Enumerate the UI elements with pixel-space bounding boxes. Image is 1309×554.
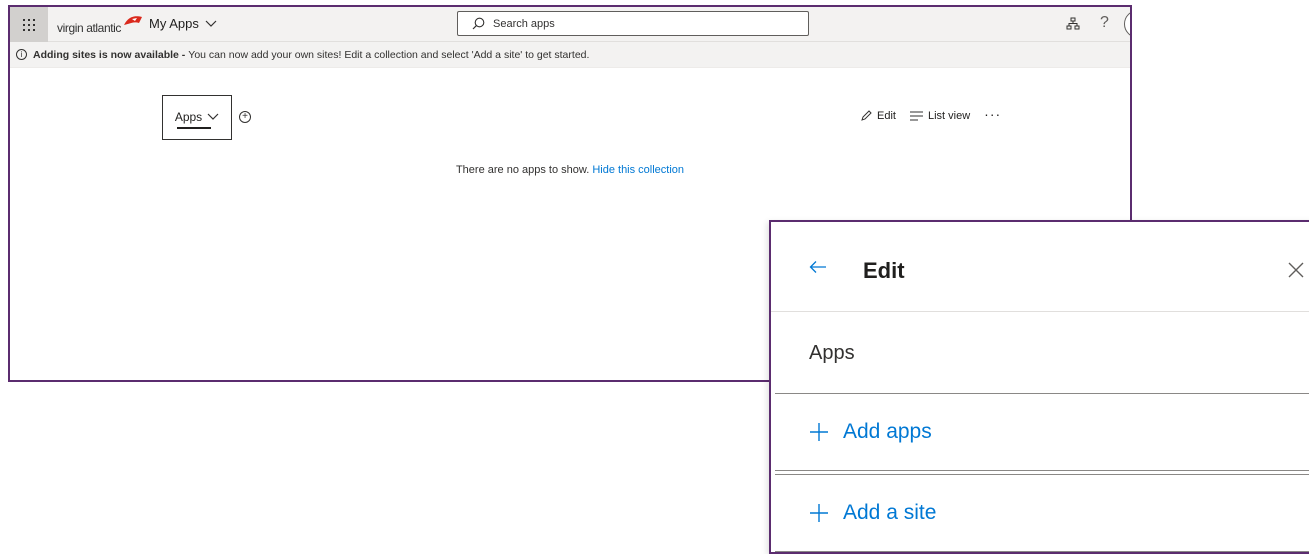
app-switcher-label: My Apps xyxy=(149,16,199,31)
tab-selected-indicator xyxy=(177,127,211,129)
brand-logo[interactable]: virgin atlantic xyxy=(57,16,144,35)
add-a-site-label: Add a site xyxy=(843,501,937,524)
notice-text: You can now add your own sites! Edit a c… xyxy=(188,48,590,61)
chevron-down-icon xyxy=(205,20,217,27)
notification-banner: i Adding sites is now available - You ca… xyxy=(10,42,1130,68)
add-apps-button[interactable]: Add apps xyxy=(775,393,1309,471)
more-options-button[interactable]: ··· xyxy=(984,106,1001,122)
org-chart-icon[interactable] xyxy=(1066,17,1080,31)
avatar[interactable] xyxy=(1124,10,1130,38)
search-icon xyxy=(472,17,485,30)
brand-name: virgin atlantic xyxy=(57,21,122,35)
help-icon[interactable]: ? xyxy=(1100,14,1109,32)
waffle-icon xyxy=(23,18,35,31)
info-icon: i xyxy=(16,49,27,60)
edit-panel-title: Edit xyxy=(863,258,905,283)
plus-icon xyxy=(810,504,828,522)
list-view-label: List view xyxy=(927,110,971,122)
back-arrow-icon[interactable] xyxy=(809,260,827,274)
app-switcher-dropdown[interactable]: My Apps xyxy=(149,16,217,31)
list-view-button[interactable]: List view xyxy=(909,110,971,122)
empty-state-text: There are no apps to show. xyxy=(455,164,590,176)
virgin-flag-icon xyxy=(124,16,143,25)
add-collection-button[interactable]: + xyxy=(239,111,251,123)
tab-apps-label: Apps xyxy=(174,110,203,124)
edit-panel: Edit Apps Add apps Add a site xyxy=(769,220,1309,554)
search-input[interactable] xyxy=(493,17,793,30)
list-icon xyxy=(909,111,923,121)
add-apps-label: Add apps xyxy=(843,420,932,443)
plus-icon xyxy=(810,423,828,441)
search-box[interactable] xyxy=(457,11,809,36)
plus-icon: + xyxy=(242,111,248,122)
hide-collection-link[interactable]: Hide this collection xyxy=(592,164,684,176)
add-a-site-button[interactable]: Add a site xyxy=(775,474,1309,552)
more-icon: ··· xyxy=(984,105,1002,122)
chevron-down-icon xyxy=(207,113,219,120)
notice-heading: Adding sites is now available - xyxy=(33,48,186,61)
pencil-icon xyxy=(861,110,872,121)
app-launcher-button[interactable] xyxy=(10,7,48,42)
empty-state: There are no apps to show. Hide this col… xyxy=(10,164,1130,176)
command-bar: Edit List view ··· xyxy=(860,106,1001,122)
edit-label: Edit xyxy=(877,110,896,122)
edit-button[interactable]: Edit xyxy=(860,110,896,122)
top-bar: virgin atlantic My Apps ? xyxy=(10,7,1130,42)
tab-apps[interactable]: Apps xyxy=(162,95,232,140)
collection-name: Apps xyxy=(809,342,855,364)
close-icon[interactable] xyxy=(1288,262,1304,278)
edit-panel-header: Edit xyxy=(771,222,1309,312)
